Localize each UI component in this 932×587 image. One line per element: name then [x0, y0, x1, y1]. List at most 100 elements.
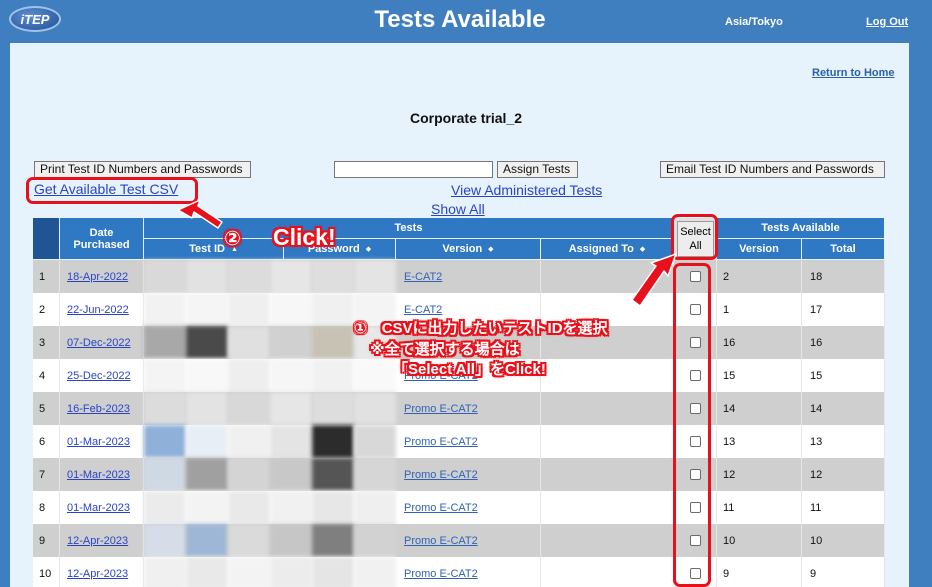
version-cell: E-CAT2 [396, 260, 541, 293]
date-purchased-link[interactable]: 25-Dec-2022 [67, 370, 131, 382]
version-cell: Promo E-CAT2 [396, 491, 541, 524]
table-row: 7 01-Mar-2023 Promo E-CAT2 12 12 [33, 458, 885, 491]
total-cell: 14 [802, 392, 885, 425]
date-purchased-link[interactable]: 01-Mar-2023 [67, 502, 130, 514]
test-id-header[interactable]: Test ID ▲ [144, 239, 284, 260]
date-purchased-cell: 07-Dec-2022 [60, 326, 144, 359]
redacted-test-id-password [144, 392, 396, 425]
annotation-highlight-select-all [671, 214, 718, 260]
redacted-test-id-password [144, 425, 396, 458]
table-row: 5 16-Feb-2023 Promo E-CAT2 14 14 [33, 392, 885, 425]
date-purchased-cell: 25-Dec-2022 [60, 359, 144, 392]
available-version-cell: 12 [717, 458, 802, 491]
date-purchased-link[interactable]: 12-Apr-2023 [67, 535, 128, 547]
version-link[interactable]: Promo E-CAT2 [404, 469, 478, 481]
version-link[interactable]: E-CAT2 [404, 304, 442, 316]
date-purchased-header[interactable]: Date Purchased [60, 218, 144, 260]
view-administered-tests-link[interactable]: View Administered Tests [451, 182, 602, 198]
version-link[interactable]: Promo E-CAT2 [404, 436, 478, 448]
table-row: 6 01-Mar-2023 Promo E-CAT2 13 13 [33, 425, 885, 458]
total-cell: 13 [802, 425, 885, 458]
date-purchased-cell: 12-Apr-2023 [60, 557, 144, 587]
date-purchased-cell: 22-Jun-2022 [60, 293, 144, 326]
print-test-ids-button[interactable]: Print Test ID Numbers and Passwords [34, 161, 251, 178]
assign-tests-input[interactable] [334, 161, 493, 178]
version-cell: Promo E-CAT2 [396, 425, 541, 458]
annotation-step-1-text: ① CSVに出力したいテストIDを選択 [354, 320, 608, 337]
redacted-test-id-password [144, 491, 396, 524]
row-number-header [33, 218, 60, 260]
version-cell: Promo E-CAT2 [396, 458, 541, 491]
total-cell: 11 [802, 491, 885, 524]
assigned-to-cell [541, 392, 674, 425]
row-number: 4 [33, 359, 60, 392]
tests-available-group-header: Tests Available [717, 218, 885, 239]
annotation-step-2-number: ② [224, 228, 241, 250]
email-test-ids-button[interactable]: Email Test ID Numbers and Passwords [660, 161, 885, 178]
available-version-cell: 2 [717, 260, 802, 293]
date-purchased-link[interactable]: 16-Feb-2023 [67, 403, 130, 415]
show-all-link[interactable]: Show All [431, 201, 485, 217]
annotation-click-text: Click! [273, 224, 336, 250]
date-purchased-cell: 16-Feb-2023 [60, 392, 144, 425]
assigned-to-cell [541, 557, 674, 587]
assigned-to-cell [541, 458, 674, 491]
date-purchased-link[interactable]: 01-Mar-2023 [67, 469, 130, 481]
annotation-highlight-checkboxes [673, 263, 711, 587]
version-cell: Promo E-CAT2 [396, 524, 541, 557]
date-purchased-cell: 01-Mar-2023 [60, 425, 144, 458]
sort-icon: ◆ [365, 246, 372, 253]
table-row: 9 12-Apr-2023 Promo E-CAT2 10 10 [33, 524, 885, 557]
redacted-test-id-password [144, 458, 396, 491]
total-cell: 15 [802, 359, 885, 392]
version-link[interactable]: E-CAT2 [404, 271, 442, 283]
redacted-test-id-password [144, 359, 396, 392]
return-home-link[interactable]: Return to Home [812, 67, 895, 79]
trial-title: Corporate trial_2 [409, 110, 523, 126]
date-purchased-link[interactable]: 18-Apr-2022 [67, 271, 128, 283]
assigned-to-header[interactable]: Assigned To ◆ [541, 239, 674, 260]
table-row: 8 01-Mar-2023 Promo E-CAT2 11 11 [33, 491, 885, 524]
version-link[interactable]: Promo E-CAT2 [404, 502, 478, 514]
version-link[interactable]: Promo E-CAT2 [404, 403, 478, 415]
row-number: 1 [33, 260, 60, 293]
assigned-to-cell [541, 425, 674, 458]
total-cell: 17 [802, 293, 885, 326]
row-number: 10 [33, 557, 60, 587]
version-header[interactable]: Version ◆ [396, 239, 541, 260]
redacted-test-id-password [144, 260, 396, 293]
row-number: 2 [33, 293, 60, 326]
available-version-cell: 1 [717, 293, 802, 326]
logout-link[interactable]: Log Out [866, 16, 908, 28]
annotation-note-text: ※全て選択する場合は [370, 341, 520, 358]
version-link[interactable]: Promo E-CAT2 [404, 535, 478, 547]
available-version-cell: 11 [717, 491, 802, 524]
date-purchased-link[interactable]: 07-Dec-2022 [67, 337, 131, 349]
total-cell: 9 [802, 557, 885, 587]
date-purchased-link[interactable]: 22-Jun-2022 [67, 304, 129, 316]
table-row: 10 12-Apr-2023 Promo E-CAT2 9 9 [33, 557, 885, 587]
assigned-to-cell [541, 491, 674, 524]
annotation-select-all-text: 「Select All」をClick! [393, 361, 546, 378]
redacted-test-id-password [144, 557, 396, 587]
available-version-cell: 14 [717, 392, 802, 425]
date-purchased-cell: 01-Mar-2023 [60, 458, 144, 491]
date-purchased-link[interactable]: 01-Mar-2023 [67, 436, 130, 448]
total-cell: 12 [802, 458, 885, 491]
row-number: 7 [33, 458, 60, 491]
total-cell: 10 [802, 524, 885, 557]
row-number: 6 [33, 425, 60, 458]
row-number: 3 [33, 326, 60, 359]
available-version-cell: 9 [717, 557, 802, 587]
version-cell: Promo E-CAT2 [396, 392, 541, 425]
table-row: 1 18-Apr-2022 E-CAT2 2 18 [33, 260, 885, 293]
available-version-cell: 15 [717, 359, 802, 392]
date-purchased-cell: 18-Apr-2022 [60, 260, 144, 293]
available-version-header: Version [717, 239, 802, 260]
date-purchased-link[interactable]: 12-Apr-2023 [67, 568, 128, 580]
version-link[interactable]: Promo E-CAT2 [404, 568, 478, 580]
total-cell: 16 [802, 326, 885, 359]
assign-tests-button[interactable]: Assign Tests [497, 161, 578, 178]
available-version-cell: 16 [717, 326, 802, 359]
timezone-label: Asia/Tokyo [725, 16, 783, 28]
